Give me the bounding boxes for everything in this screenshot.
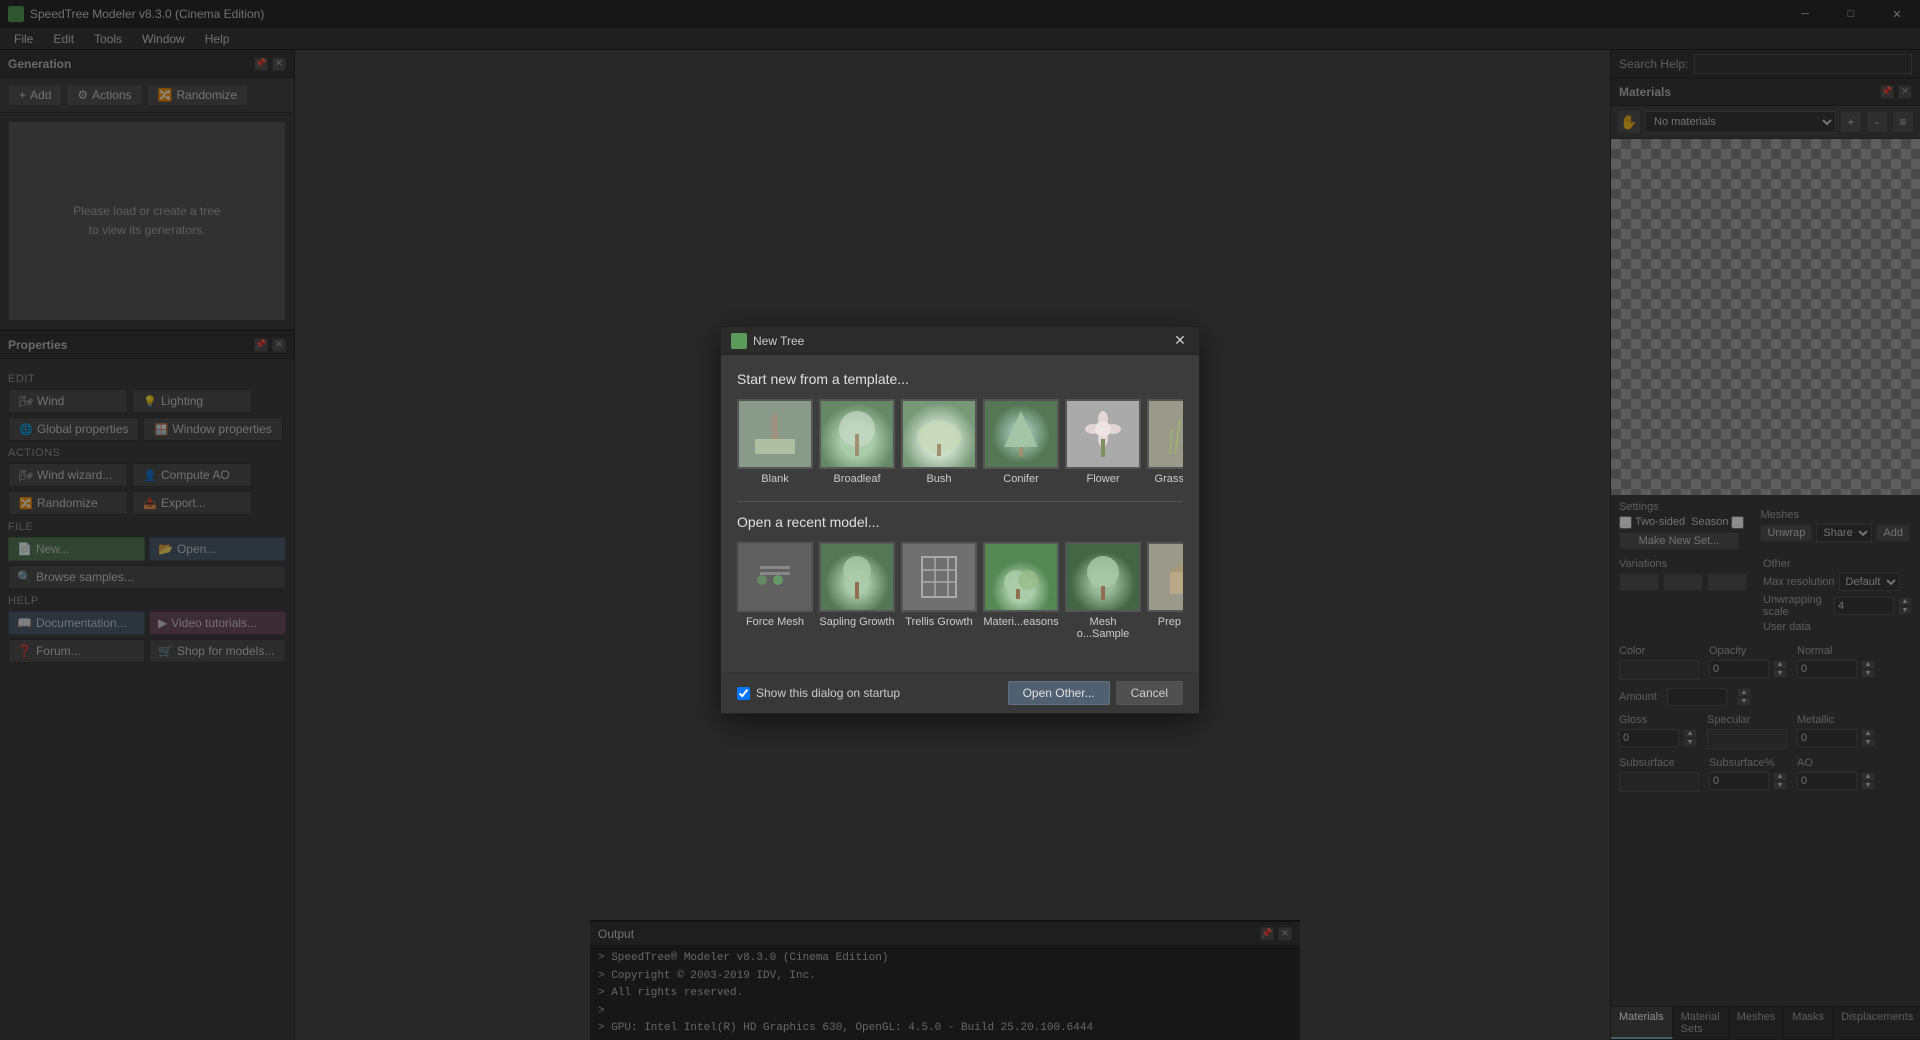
dialog-action-buttons: Open Other... Cancel [1008,681,1183,705]
start-section-title: Start new from a template... [737,371,1183,387]
template-conifer-thumb [983,399,1059,469]
dialog-divider [737,501,1183,502]
dialog-close-button[interactable]: ✕ [1171,332,1189,350]
recent-prep-thumb [1147,542,1183,612]
show-on-startup-row: Show this dialog on startup [737,686,900,700]
recent-trellis-thumb [901,542,977,612]
open-other-button[interactable]: Open Other... [1008,681,1110,705]
recent-sapling-label: Sapling Growth [819,616,894,628]
template-blank[interactable]: Blank [737,399,813,485]
recent-prep[interactable]: Prep brand [1147,542,1183,640]
template-bush-label: Bush [926,473,951,485]
recent-material-label: Materi...easons [983,616,1058,628]
dialog-body: Start new from a template... Blank Broad… [721,355,1199,672]
recent-mesh[interactable]: Mesh o...Sample [1065,542,1141,640]
dialog-titlebar: New Tree ✕ [721,327,1199,355]
recent-trellis-label: Trellis Growth [905,616,972,628]
recent-prep-label: Prep brand [1158,616,1183,628]
recent-sapling-thumb [819,542,895,612]
template-blank-label: Blank [761,473,789,485]
recent-forcemesh[interactable]: Force Mesh [737,542,813,640]
open-section-title: Open a recent model... [737,514,1183,530]
dialog-footer: Show this dialog on startup Open Other..… [721,672,1199,713]
template-flower[interactable]: Flower [1065,399,1141,485]
dialog-icon [731,333,747,349]
recent-trellis[interactable]: Trellis Growth [901,542,977,640]
template-bush[interactable]: Bush [901,399,977,485]
template-grassweed[interactable]: Grass Weed [1147,399,1183,485]
template-blank-thumb [737,399,813,469]
recent-material-thumb [983,542,1059,612]
template-conifer[interactable]: Conifer [983,399,1059,485]
recent-mesh-thumb [1065,542,1141,612]
show-on-startup-checkbox[interactable] [737,687,750,700]
recent-sapling[interactable]: Sapling Growth [819,542,895,640]
template-conifer-label: Conifer [1003,473,1038,485]
template-broadleaf[interactable]: Broadleaf [819,399,895,485]
template-grid: Blank Broadleaf Bush [737,399,1183,485]
recent-grid: Force Mesh Sapling Growth Trellis Growth [737,542,1183,640]
show-on-startup-label: Show this dialog on startup [756,686,900,700]
template-broadleaf-label: Broadleaf [833,473,880,485]
recent-mesh-label: Mesh o...Sample [1065,616,1141,640]
recent-forcemesh-thumb [737,542,813,612]
template-broadleaf-thumb [819,399,895,469]
recent-material[interactable]: Materi...easons [983,542,1059,640]
template-flower-thumb [1065,399,1141,469]
new-tree-dialog: New Tree ✕ Start new from a template... … [720,326,1200,714]
modal-overlay: New Tree ✕ Start new from a template... … [0,0,1920,1040]
template-flower-label: Flower [1086,473,1119,485]
cancel-button[interactable]: Cancel [1116,681,1183,705]
template-bush-thumb [901,399,977,469]
recent-forcemesh-label: Force Mesh [746,616,804,628]
dialog-title: New Tree [753,334,804,348]
dialog-title-left: New Tree [731,333,804,349]
template-grassweed-label: Grass Weed [1155,473,1183,485]
template-grassweed-thumb [1147,399,1183,469]
